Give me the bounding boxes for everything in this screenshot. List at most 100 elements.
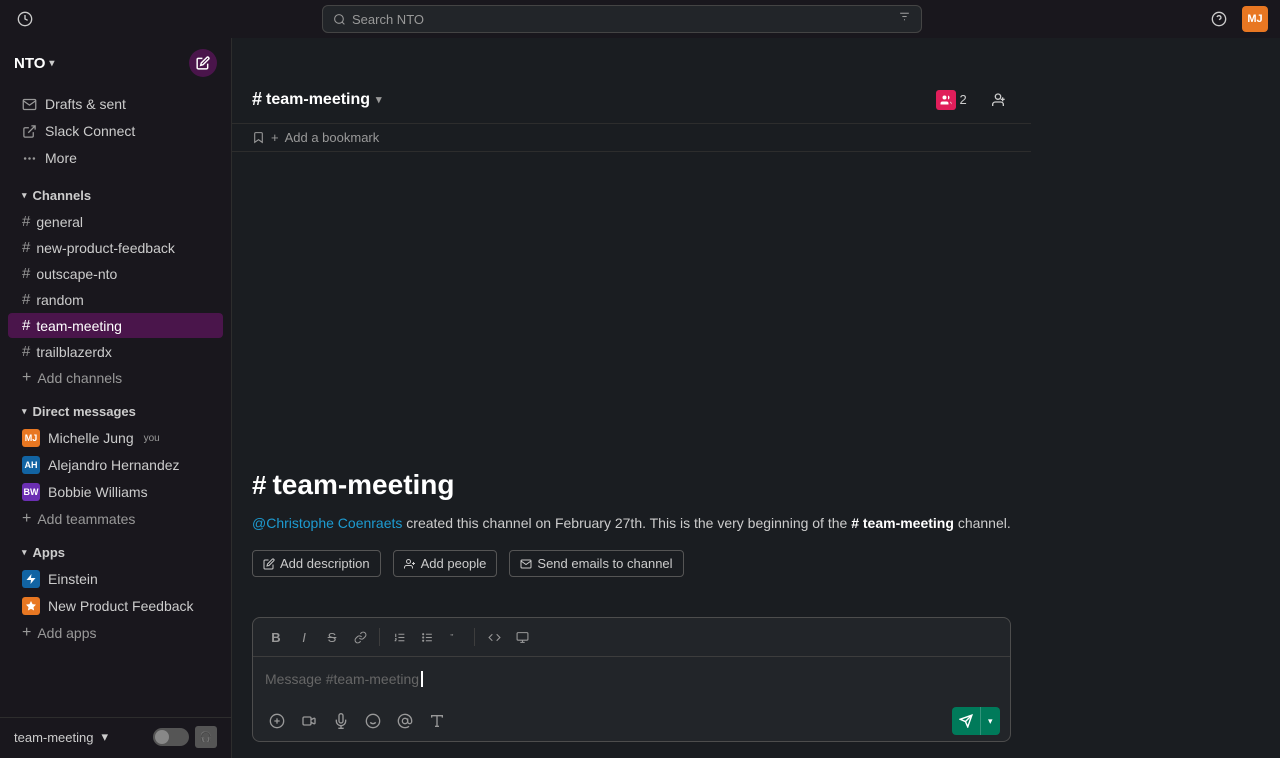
code-block-button[interactable]	[509, 624, 535, 650]
dm-item-alejandro[interactable]: AH Alejandro Hernandez	[8, 452, 223, 478]
code-button[interactable]	[481, 624, 507, 650]
send-emails-button[interactable]: Send emails to channel	[509, 550, 683, 577]
message-input[interactable]: Message #team-meeting	[253, 657, 1010, 701]
add-description-button[interactable]: Add description	[252, 550, 381, 577]
message-input-wrapper: B I S	[232, 607, 1031, 758]
mention-button[interactable]	[391, 707, 419, 735]
dm-item-bobbie[interactable]: BW Bobbie Williams	[8, 479, 223, 505]
help-icon[interactable]	[1206, 6, 1232, 32]
app-item-new-product-feedback[interactable]: New Product Feedback	[8, 593, 223, 619]
add-apps-icon: +	[22, 624, 31, 642]
members-button[interactable]: 2	[928, 86, 975, 114]
send-dropdown-button[interactable]: ▾	[980, 707, 1000, 735]
topbar-left	[12, 6, 38, 32]
search-bar-container: Search NTO	[322, 5, 922, 33]
intro-desc-end: channel.	[958, 515, 1011, 531]
add-apps-button[interactable]: + Add apps	[8, 620, 223, 646]
app-item-einstein[interactable]: Einstein	[8, 566, 223, 592]
bold-button[interactable]: B	[263, 624, 289, 650]
channels-section-header[interactable]: ▾ Channels	[8, 183, 223, 208]
einstein-app-icon	[22, 570, 40, 588]
huddle-button[interactable]	[295, 707, 323, 735]
dm-label: Alejandro Hernandez	[48, 457, 180, 473]
dm-arrow: ▾	[22, 406, 27, 417]
add-teammates-label: Add teammates	[37, 511, 135, 527]
add-channels-label: Add channels	[37, 370, 122, 386]
blockquote-button[interactable]: "	[442, 624, 468, 650]
dm-section-header[interactable]: ▾ Direct messages	[8, 399, 223, 424]
history-icon[interactable]	[12, 6, 38, 32]
topbar-right: MJ	[1206, 6, 1268, 32]
avatar-bobbie: BW	[22, 483, 40, 501]
add-people-label: Add people	[421, 556, 487, 571]
apps-section-header[interactable]: ▾ Apps	[8, 540, 223, 565]
input-actions-left	[263, 707, 451, 735]
sidebar-item-trailblazerdx[interactable]: # trailblazerdx	[8, 339, 223, 364]
svg-text:": "	[450, 631, 454, 641]
ordered-list-button[interactable]	[386, 624, 412, 650]
add-description-label: Add description	[280, 556, 370, 571]
npf-app-icon	[22, 597, 40, 615]
add-teammates-button[interactable]: + Add teammates	[8, 506, 223, 532]
attach-button[interactable]	[263, 707, 291, 735]
hash-icon: #	[22, 239, 30, 256]
audio-button[interactable]	[327, 707, 355, 735]
sidebar-item-more[interactable]: More	[8, 145, 223, 171]
link-button[interactable]	[347, 624, 373, 650]
main-content: # team-meeting ▾ 2	[232, 38, 1031, 758]
channel-title[interactable]: # team-meeting ▾	[252, 89, 382, 110]
bookmark-bar[interactable]: + Add a bookmark	[232, 124, 1031, 152]
search-bar[interactable]: Search NTO	[322, 5, 922, 33]
channel-title-chevron: ▾	[376, 93, 382, 106]
user-avatar[interactable]: MJ	[1242, 6, 1268, 32]
sidebar-item-new-product-feedback[interactable]: # new-product-feedback	[8, 235, 223, 260]
search-placeholder: Search NTO	[352, 12, 424, 27]
message-placeholder: Message #team-meeting	[265, 671, 419, 687]
dm-section: ▾ Direct messages MJ Michelle Jung you A…	[0, 398, 231, 533]
status-toggle[interactable]	[153, 728, 189, 746]
bookmark-icon	[252, 131, 265, 144]
ordered-list-icon	[393, 631, 406, 644]
send-button[interactable]	[952, 707, 980, 735]
sidebar-item-outscape-nto[interactable]: # outscape-nto	[8, 261, 223, 286]
format-button[interactable]	[423, 707, 451, 735]
sidebar-item-random[interactable]: # random	[8, 287, 223, 312]
add-apps-label: Add apps	[37, 625, 96, 641]
add-member-icon[interactable]	[985, 87, 1011, 113]
avatar-alejandro: AH	[22, 456, 40, 474]
member-count: 2	[960, 92, 967, 107]
you-badge: you	[144, 433, 160, 444]
add-people-button[interactable]: Add people	[393, 550, 498, 577]
channel-intro-description: @Christophe Coenraets created this chann…	[252, 513, 1011, 534]
headphones-icon[interactable]: 🎧	[195, 726, 217, 748]
channel-intro-title: # team-meeting	[252, 469, 1011, 501]
drafts-icon	[22, 97, 37, 112]
sidebar-header: NTO ▾	[0, 38, 231, 86]
cursor	[421, 671, 423, 687]
sidebar-item-team-meeting[interactable]: # team-meeting	[8, 313, 223, 338]
compose-button[interactable]	[189, 49, 217, 77]
unordered-list-icon	[421, 631, 434, 644]
channels-section-label: Channels	[33, 188, 92, 203]
more-icon	[22, 151, 37, 166]
filter-icon	[898, 10, 911, 23]
sidebar-footer[interactable]: team-meeting ▾ 🎧	[0, 717, 231, 758]
strikethrough-button[interactable]: S	[319, 624, 345, 650]
workspace-name[interactable]: NTO ▾	[14, 55, 54, 72]
channel-label: random	[36, 292, 83, 308]
sidebar-item-general[interactable]: # general	[8, 209, 223, 234]
italic-button[interactable]: I	[291, 624, 317, 650]
emoji-icon	[365, 713, 381, 729]
sidebar-item-slackconnect[interactable]: Slack Connect	[8, 118, 223, 144]
send-button-group: ▾	[952, 707, 1000, 735]
at-icon	[397, 713, 413, 729]
sidebar-item-drafts[interactable]: Drafts & sent	[8, 91, 223, 117]
emoji-button[interactable]	[359, 707, 387, 735]
code-icon	[488, 631, 501, 644]
dm-item-michelle[interactable]: MJ Michelle Jung you	[8, 425, 223, 451]
unordered-list-button[interactable]	[414, 624, 440, 650]
toggle-dot	[155, 730, 169, 744]
toolbar-divider-2	[474, 628, 475, 646]
channel-hash: #	[252, 89, 262, 110]
add-channels-button[interactable]: + Add channels	[8, 365, 223, 391]
